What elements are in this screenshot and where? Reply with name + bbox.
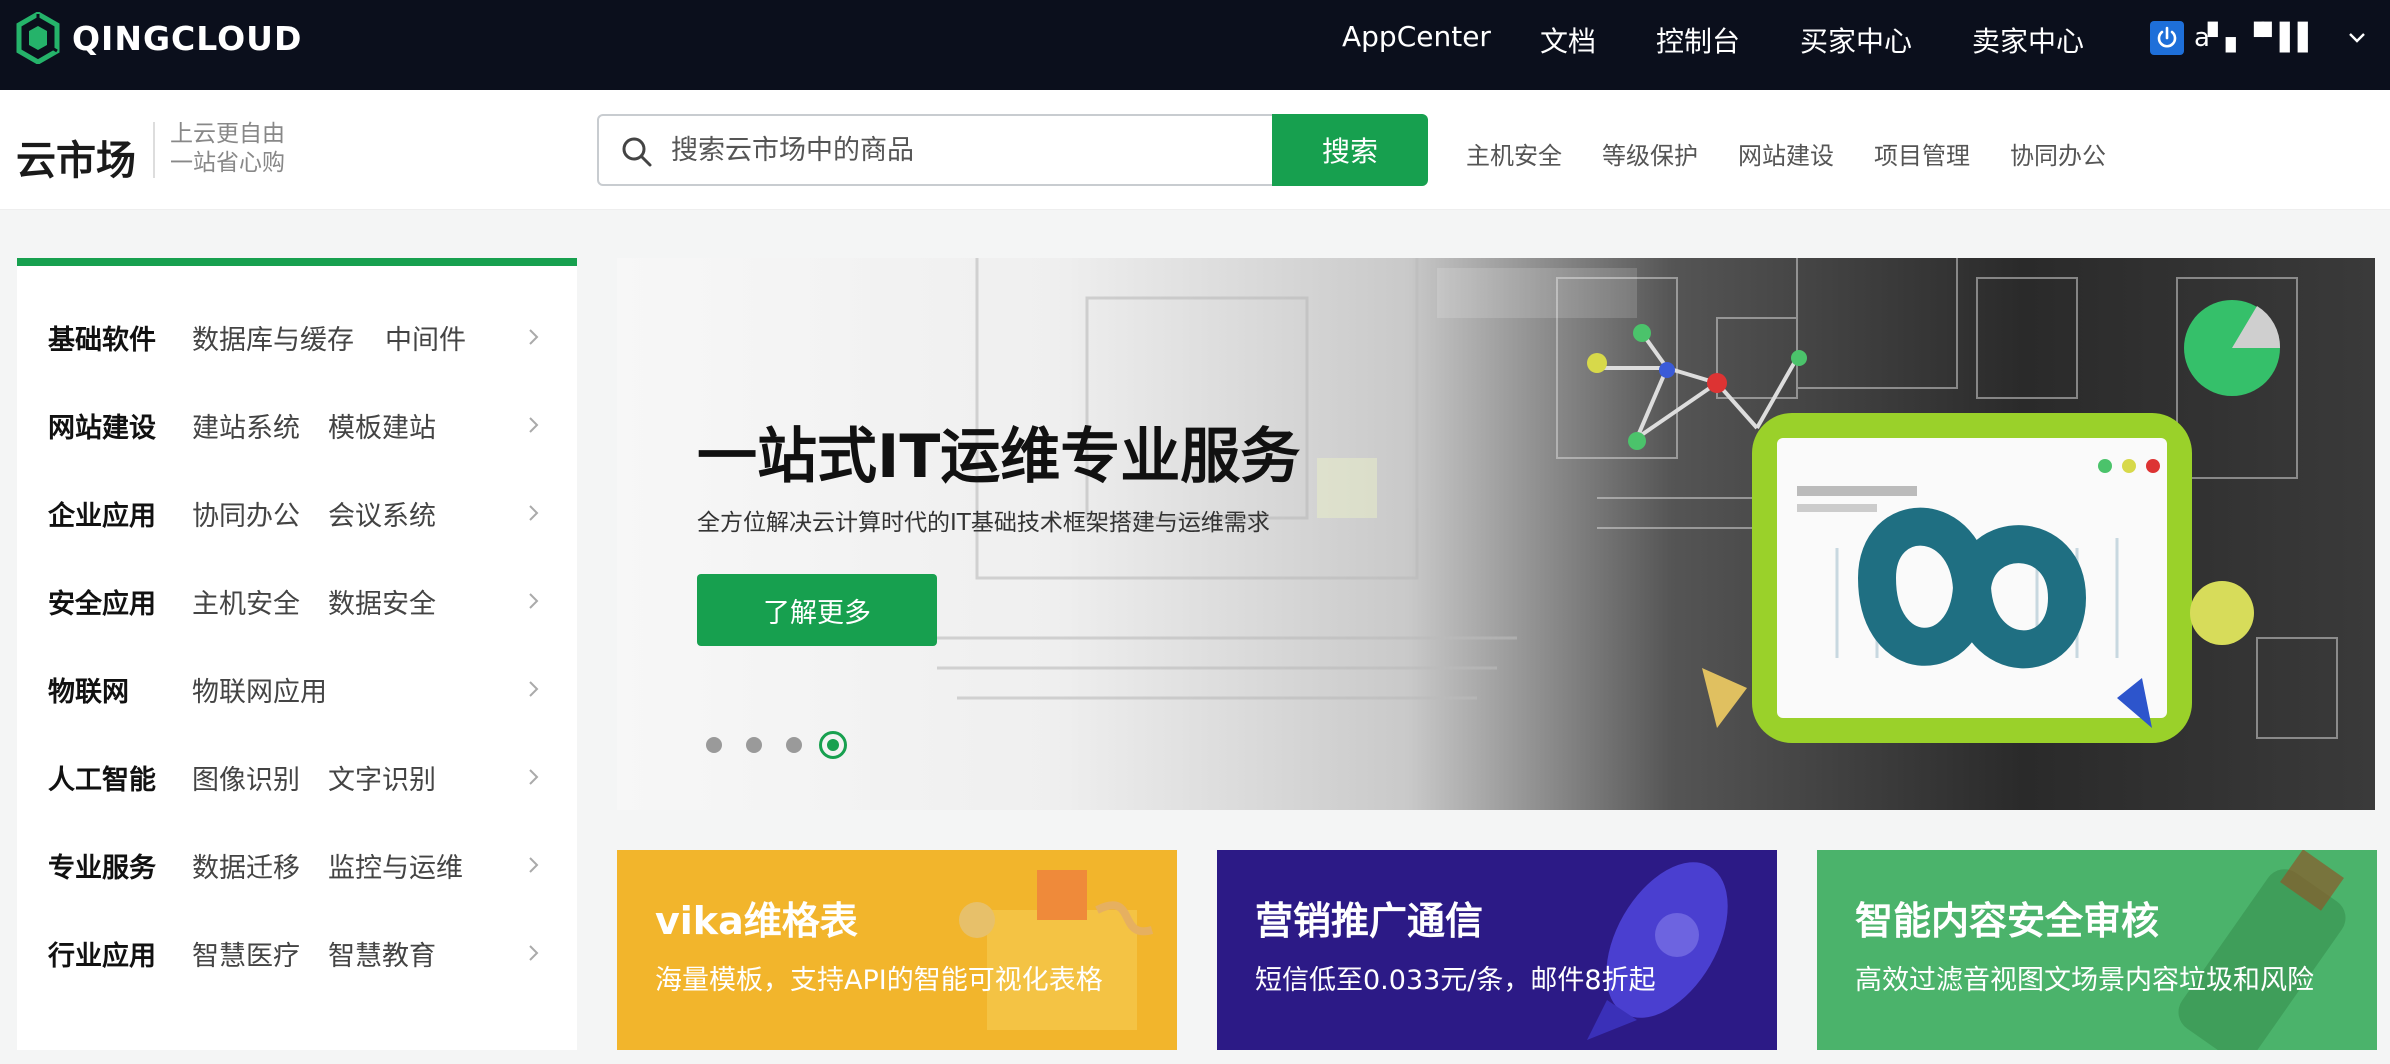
- chevron-right-icon: [529, 505, 539, 521]
- nav-appcenter[interactable]: AppCenter: [1342, 20, 1491, 53]
- category-website-building[interactable]: 网站建设 建站系统 模板建站: [17, 390, 577, 460]
- chevron-right-icon: [529, 769, 539, 785]
- nav-docs[interactable]: 文档: [1540, 20, 1596, 60]
- chevron-right-icon: [529, 593, 539, 609]
- category-ai[interactable]: 人工智能 图像识别 文字识别: [17, 742, 577, 812]
- category-title: 人工智能: [48, 764, 156, 796]
- search-icon: [622, 137, 652, 167]
- search-button[interactable]: 搜索: [1272, 114, 1428, 186]
- hot-link-collaboration[interactable]: 协同办公: [2010, 136, 2106, 171]
- category-security-apps[interactable]: 安全应用 主机安全 数据安全: [17, 566, 577, 636]
- chevron-right-icon: [529, 681, 539, 697]
- cylinder-illustration: [2178, 850, 2346, 1050]
- category-sub-link[interactable]: 图像识别: [192, 758, 300, 797]
- chevron-right-icon: [529, 329, 539, 345]
- category-sub-link[interactable]: 数据安全: [328, 582, 436, 621]
- nav-seller-center[interactable]: 卖家中心: [1972, 20, 2084, 60]
- power-icon: [2150, 21, 2184, 55]
- promo-subtitle: 海量模板，支持API的智能可视化表格: [655, 965, 1103, 996]
- slogan: 上云更自由 一站省心购: [170, 120, 285, 178]
- learn-more-button[interactable]: 了解更多: [697, 574, 937, 646]
- qingcloud-logo-icon: [16, 12, 60, 64]
- category-title: 行业应用: [48, 940, 156, 972]
- category-iot[interactable]: 物联网 物联网应用: [17, 654, 577, 724]
- nav-buyer-center[interactable]: 买家中心: [1800, 20, 1912, 60]
- promo-title: 智能内容安全审核: [1855, 899, 2160, 943]
- colorful-shapes-illustration: [959, 870, 1154, 1030]
- category-sub-link[interactable]: 智慧教育: [328, 934, 436, 973]
- logo-text: QINGCLOUD: [72, 18, 303, 58]
- category-industry-apps[interactable]: 行业应用 智慧医疗 智慧教育: [17, 918, 577, 988]
- chevron-right-icon: [529, 857, 539, 873]
- category-title: 专业服务: [48, 852, 156, 884]
- search-input[interactable]: [671, 116, 1251, 184]
- hot-link-website-building[interactable]: 网站建设: [1738, 136, 1834, 171]
- category-sub-link[interactable]: 模板建站: [328, 406, 436, 445]
- category-panel: 基础软件 数据库与缓存 中间件 网站建设 建站系统 模板建站 企业应用 协同办公…: [17, 258, 577, 1050]
- category-sub-link[interactable]: 数据库与缓存: [192, 318, 354, 357]
- promo-card-content-moderation[interactable]: 智能内容安全审核 高效过滤音视图文场景内容垃圾和风险: [1817, 850, 2377, 1050]
- category-title: 企业应用: [48, 500, 156, 532]
- category-sub-link[interactable]: 建站系统: [192, 406, 300, 445]
- category-title: 网站建设: [48, 412, 156, 444]
- promo-title: vika维格表: [655, 899, 858, 943]
- category-sub-link[interactable]: 监控与运维: [328, 846, 463, 885]
- category-sub-link[interactable]: 智慧医疗: [192, 934, 300, 973]
- promo-subtitle: 高效过滤音视图文场景内容垃圾和风险: [1855, 965, 2314, 996]
- carousel-dot-1[interactable]: [706, 737, 722, 753]
- brand-divider: [153, 122, 155, 178]
- promo-title: 营销推广通信: [1255, 899, 1484, 943]
- slogan-line-2: 一站省心购: [170, 150, 285, 176]
- chevron-down-icon: [2349, 33, 2365, 43]
- banner-title: 一站式IT运维专业服务: [697, 422, 1301, 492]
- chevron-right-icon: [529, 945, 539, 961]
- category-sub-link[interactable]: 主机安全: [192, 582, 300, 621]
- category-title: 安全应用: [48, 588, 156, 620]
- top-navbar: QINGCLOUD AppCenter 文档 控制台 买家中心 卖家中心 a▘▖…: [0, 0, 2390, 90]
- promo-card-vika[interactable]: vika维格表 海量模板，支持API的智能可视化表格: [617, 850, 1177, 1050]
- nav-console[interactable]: 控制台: [1656, 20, 1740, 60]
- hot-link-host-security[interactable]: 主机安全: [1466, 136, 1562, 171]
- category-sub-link[interactable]: 会议系统: [328, 494, 436, 533]
- category-basic-software[interactable]: 基础软件 数据库与缓存 中间件: [17, 302, 577, 372]
- hot-link-project-management[interactable]: 项目管理: [1874, 136, 1970, 171]
- market-brand[interactable]: 云市场: [16, 128, 136, 186]
- rocket-illustration: [1587, 862, 1728, 1040]
- category-title: 基础软件: [48, 324, 156, 356]
- carousel-dot-2[interactable]: [746, 737, 762, 753]
- category-sub-link[interactable]: 文字识别: [328, 758, 436, 797]
- slogan-line-1: 上云更自由: [170, 121, 285, 147]
- market-header: 云市场 上云更自由 一站省心购 搜索 主机安全 等级保护 网站建设 项目管理 协…: [0, 90, 2390, 210]
- hero-banner[interactable]: 一站式IT运维专业服务 全方位解决云计算时代的IT基础技术框架搭建与运维需求 了…: [617, 258, 2375, 810]
- category-sub-link[interactable]: 物联网应用: [192, 670, 327, 709]
- carousel-dot-4-active[interactable]: [819, 731, 847, 759]
- hot-link-level-protection[interactable]: 等级保护: [1602, 136, 1698, 171]
- user-name: a▘▖▝▘▌▌: [2194, 23, 2318, 53]
- category-title: 物联网: [48, 676, 129, 708]
- category-enterprise-apps[interactable]: 企业应用 协同办公 会议系统: [17, 478, 577, 548]
- banner-subtitle: 全方位解决云计算时代的IT基础技术框架搭建与运维需求: [697, 510, 1270, 536]
- carousel-dot-3[interactable]: [786, 737, 802, 753]
- infinity-monitor-illustration: [1587, 300, 2281, 743]
- category-sub-link[interactable]: 中间件: [385, 318, 466, 357]
- category-sub-link[interactable]: 数据迁移: [192, 846, 300, 885]
- promo-subtitle: 短信低至0.033元/条，邮件8折起: [1255, 965, 1656, 996]
- category-sub-link[interactable]: 协同办公: [192, 494, 300, 533]
- chevron-right-icon: [529, 417, 539, 433]
- promo-card-marketing[interactable]: 营销推广通信 短信低至0.033元/条，邮件8折起: [1217, 850, 1777, 1050]
- category-professional-services[interactable]: 专业服务 数据迁移 监控与运维: [17, 830, 577, 900]
- user-menu[interactable]: a▘▖▝▘▌▌: [2150, 20, 2368, 56]
- qingcloud-logo[interactable]: QINGCLOUD: [16, 10, 302, 66]
